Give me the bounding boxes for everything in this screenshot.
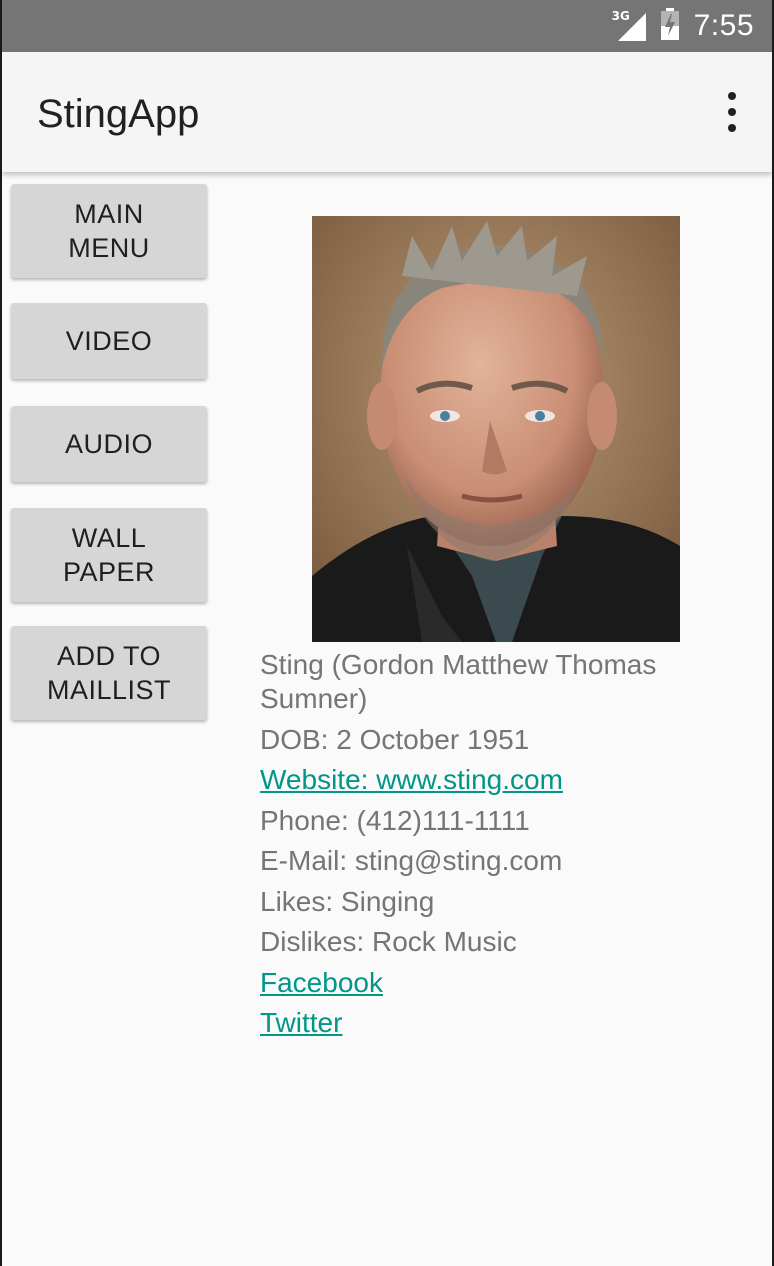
screen: 3G 7:55 StingApp MAIN MENU VIDEO AUDIO W… xyxy=(0,0,774,1266)
profile-phone: Phone: (412)111-1111 xyxy=(260,804,530,836)
facebook-link[interactable]: Facebook xyxy=(260,967,383,998)
main-menu-button[interactable]: MAIN MENU xyxy=(11,184,207,278)
profile-email: E-Mail: sting@sting.com xyxy=(260,845,563,876)
status-bar: 3G 7:55 xyxy=(2,0,772,52)
clock: 7:55 xyxy=(693,9,754,42)
profile-name: Sting (Gordon Matthew Thomas Sumner) xyxy=(260,649,657,714)
profile-likes: Likes: Singing xyxy=(260,885,435,917)
video-button[interactable]: VIDEO xyxy=(11,303,207,379)
portrait-photo xyxy=(312,216,680,642)
website-link[interactable]: Website: www.sting.com xyxy=(260,764,563,795)
status-icons: 3G 7:55 xyxy=(612,0,754,52)
add-to-maillist-button[interactable]: ADD TO MAILLIST xyxy=(11,626,207,720)
app-title: StingApp xyxy=(37,92,200,136)
wallpaper-button[interactable]: WALL PAPER xyxy=(11,508,207,602)
audio-button[interactable]: AUDIO xyxy=(11,406,207,482)
signal-icon: 3G xyxy=(612,9,646,41)
twitter-link[interactable]: Twitter xyxy=(260,1007,342,1038)
profile-dislikes: Dislikes: Rock Music xyxy=(260,926,517,957)
profile-info: Sting (Gordon Matthew Thomas Sumner) DOB… xyxy=(260,648,760,1047)
profile-dob: DOB: 2 October 1951 xyxy=(260,723,530,755)
app-bar: StingApp xyxy=(2,52,772,172)
battery-icon xyxy=(660,7,680,45)
more-vert-icon[interactable] xyxy=(722,92,742,132)
